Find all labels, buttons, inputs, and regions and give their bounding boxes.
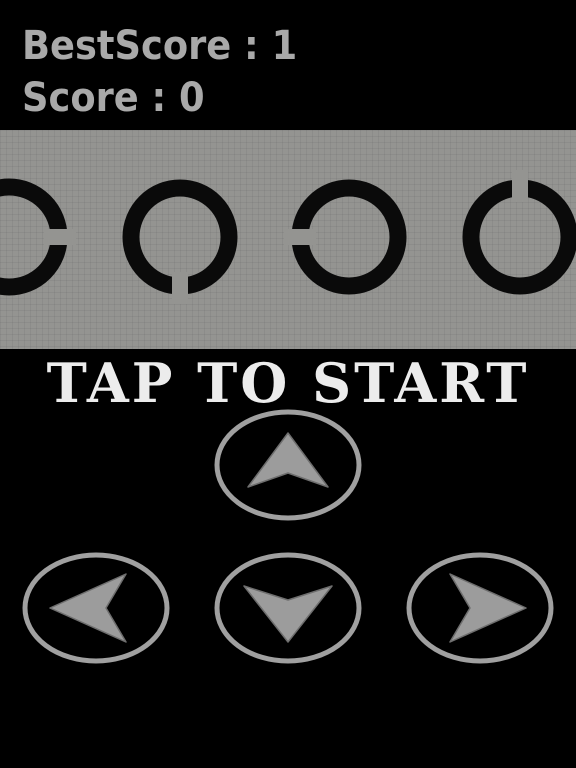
ring-gap-right: [0, 178, 76, 296]
best-score-value: 1: [271, 23, 298, 69]
left-button[interactable]: [22, 552, 170, 664]
rings-layer: [0, 170, 576, 304]
ring-gap-down: [122, 179, 238, 304]
up-button[interactable]: [214, 409, 362, 521]
arrow-down-icon: [243, 585, 333, 643]
ring-gap-left: [284, 179, 407, 295]
score-label: Score: [22, 75, 139, 121]
best-score-text: BestScore : 1: [22, 24, 297, 68]
down-button[interactable]: [214, 552, 362, 664]
arrow-left-icon: [49, 573, 127, 643]
score-separator: :: [138, 75, 180, 121]
ring-gap-up: [462, 170, 576, 295]
score-value: 0: [179, 75, 205, 121]
arrow-right-icon: [449, 573, 527, 643]
score-text: Score : 0: [22, 76, 205, 120]
arrow-up-icon: [247, 432, 329, 488]
best-score-label: BestScore: [22, 23, 232, 69]
right-button[interactable]: [406, 552, 554, 664]
best-score-separator: :: [231, 23, 272, 69]
ring-track: [0, 130, 576, 349]
tap-to-start-text[interactable]: TAP TO START: [0, 350, 576, 416]
